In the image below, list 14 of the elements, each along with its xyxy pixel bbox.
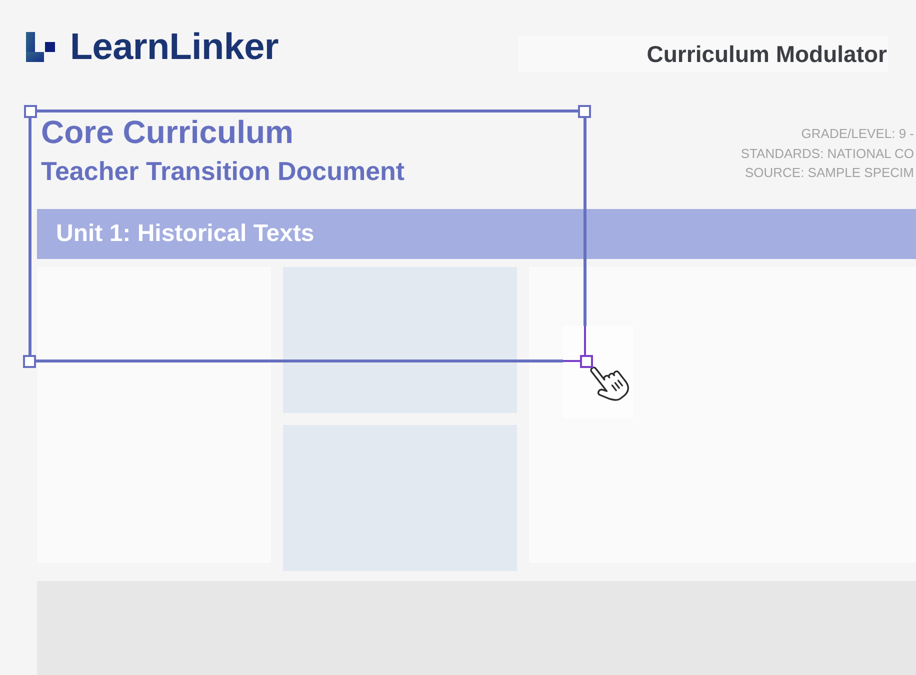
document-subtitle: Teacher Transition Document (41, 156, 405, 187)
meta-line: STANDARDS: NATIONAL CO (740, 144, 914, 162)
resize-handle[interactable] (578, 105, 591, 118)
resize-handle[interactable] (23, 355, 36, 368)
unit-header-bar: Unit 1: Historical Texts (37, 209, 916, 259)
resize-handle[interactable] (24, 105, 37, 118)
resize-handle[interactable] (580, 355, 593, 368)
meta-line: SOURCE: SAMPLE SPECIM (744, 164, 914, 182)
brand-name: LearnLinker (70, 26, 278, 68)
app-title: Curriculum Modulator (518, 36, 888, 72)
meta-line: GRADE/LEVEL: 9 - (801, 125, 914, 143)
logo-icon (26, 32, 55, 62)
document-title: Core Curriculum (41, 114, 294, 151)
selection-frame[interactable] (28, 110, 586, 362)
